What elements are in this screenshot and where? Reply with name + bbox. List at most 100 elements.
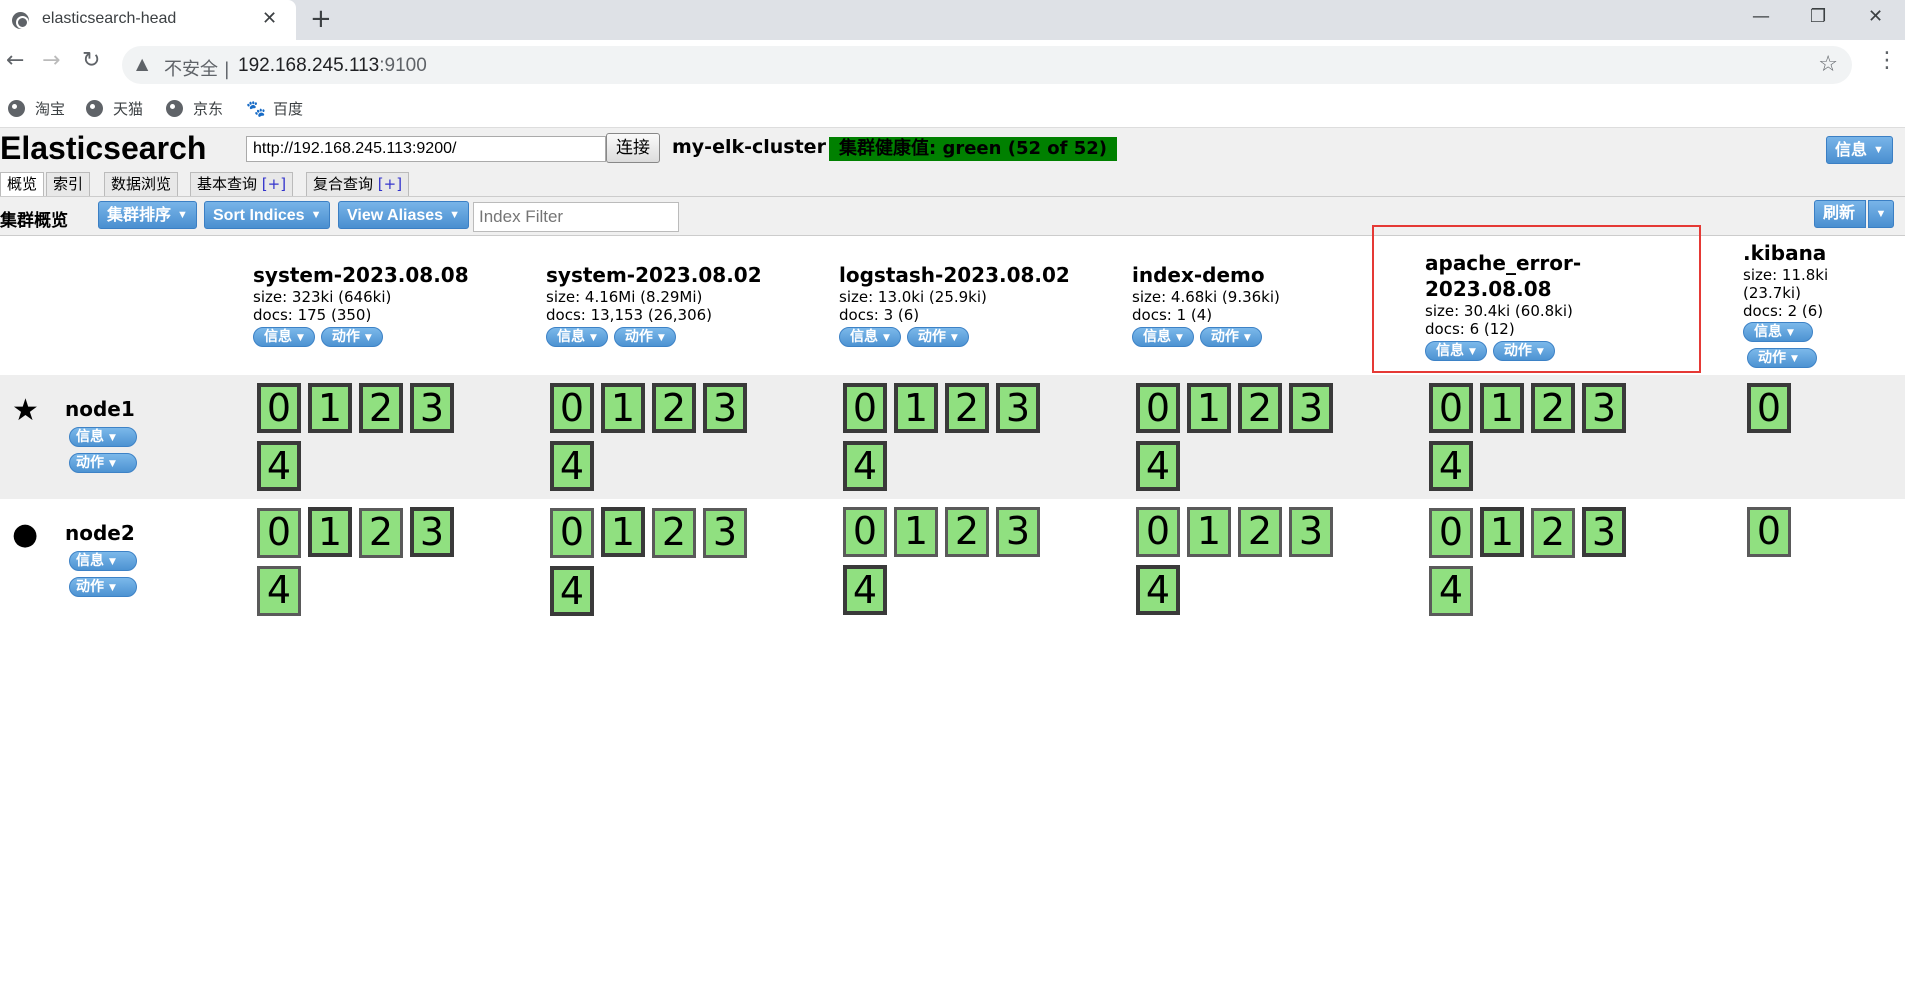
reload-icon[interactable]: ↻ xyxy=(82,48,100,73)
shard[interactable]: 2 xyxy=(945,383,989,433)
url-input[interactable]: ▲ 不安全 | 192.168.245.113:9100 ☆ xyxy=(122,46,1852,84)
node-info-button[interactable]: 信息 ▼ xyxy=(69,551,137,571)
shard[interactable]: 2 xyxy=(359,508,403,558)
shard[interactable]: 2 xyxy=(1238,383,1282,433)
shard[interactable]: 1 xyxy=(1480,383,1524,433)
shard[interactable]: 4 xyxy=(843,441,887,491)
tab-indices[interactable]: 索引 xyxy=(46,172,91,196)
index-action-button[interactable]: 动作 ▼ xyxy=(613,327,676,347)
shard[interactable]: 3 xyxy=(996,383,1040,433)
shard[interactable]: 3 xyxy=(703,383,747,433)
connect-button[interactable]: 连接 xyxy=(606,133,660,163)
shard[interactable]: 4 xyxy=(550,441,594,491)
node-info-button[interactable]: 信息 ▼ xyxy=(69,427,137,447)
shard[interactable]: 4 xyxy=(1429,566,1473,616)
index-info-button[interactable]: 信息 ▼ xyxy=(1743,322,1813,342)
shard[interactable]: 1 xyxy=(894,507,938,557)
shard-group: 0 xyxy=(1747,507,1847,565)
shard[interactable]: 2 xyxy=(945,507,989,557)
back-icon[interactable]: ← xyxy=(6,48,24,73)
node-action-button[interactable]: 动作 ▼ xyxy=(69,577,137,597)
index-info-button[interactable]: 信息 ▼ xyxy=(839,327,901,347)
shard[interactable]: 2 xyxy=(1531,508,1575,558)
tab-basic-query[interactable]: 基本查询 [+] xyxy=(190,172,294,196)
shard[interactable]: 1 xyxy=(894,383,938,433)
shard[interactable]: 3 xyxy=(1582,383,1626,433)
shard[interactable]: 4 xyxy=(1429,441,1473,491)
shard[interactable]: 1 xyxy=(1480,507,1524,557)
index-info-button[interactable]: 信息 ▼ xyxy=(546,327,608,347)
shard[interactable]: 4 xyxy=(1136,565,1180,615)
bookmark-jd[interactable]: 京东 xyxy=(166,98,223,119)
index-info-button[interactable]: 信息 ▼ xyxy=(1132,327,1194,347)
shard[interactable]: 1 xyxy=(1187,383,1231,433)
menu-kebab-icon[interactable]: ⋮ xyxy=(1876,48,1898,73)
shard[interactable]: 3 xyxy=(410,383,454,433)
bookmark-star-icon[interactable]: ☆ xyxy=(1818,52,1838,77)
shard[interactable]: 1 xyxy=(308,383,352,433)
shard[interactable]: 0 xyxy=(550,508,594,558)
shard[interactable]: 0 xyxy=(1747,507,1791,557)
index-action-button[interactable]: 动作 ▼ xyxy=(320,327,383,347)
shard[interactable]: 1 xyxy=(601,383,645,433)
shard[interactable]: 0 xyxy=(1429,383,1473,433)
shard[interactable]: 0 xyxy=(1747,383,1791,433)
shard[interactable]: 1 xyxy=(601,507,645,557)
new-tab-icon[interactable]: + xyxy=(310,4,332,34)
shard[interactable]: 2 xyxy=(652,508,696,558)
browser-tab[interactable]: elasticsearch-head ✕ xyxy=(0,0,296,40)
index-filter-input[interactable] xyxy=(473,202,679,232)
shard[interactable]: 0 xyxy=(843,507,887,557)
restore-icon[interactable]: ❐ xyxy=(1810,6,1826,27)
shard[interactable]: 0 xyxy=(843,383,887,433)
shard[interactable]: 2 xyxy=(1531,383,1575,433)
view-aliases-button[interactable]: View Aliases ▼ xyxy=(338,201,469,229)
tab-browser[interactable]: 数据浏览 xyxy=(104,172,179,196)
sort-indices-button[interactable]: Sort Indices ▼ xyxy=(204,201,331,229)
index-action-button[interactable]: 动作 ▼ xyxy=(906,327,969,347)
index-info-button[interactable]: 信息 ▼ xyxy=(253,327,315,347)
tab-compound-query[interactable]: 复合查询 [+] xyxy=(306,172,410,196)
shard[interactable]: 3 xyxy=(410,507,454,557)
shard[interactable]: 4 xyxy=(257,566,301,616)
shard[interactable]: 4 xyxy=(257,441,301,491)
shard[interactable]: 1 xyxy=(308,507,352,557)
shard[interactable]: 2 xyxy=(359,383,403,433)
shard[interactable]: 2 xyxy=(652,383,696,433)
bookmark-tmall[interactable]: 天猫 xyxy=(86,98,143,119)
connection-url-input[interactable] xyxy=(246,136,606,162)
shard[interactable]: 2 xyxy=(1238,507,1282,557)
shard[interactable]: 3 xyxy=(703,508,747,558)
minimize-icon[interactable]: — xyxy=(1752,6,1770,27)
shard[interactable]: 4 xyxy=(550,566,594,616)
shard[interactable]: 0 xyxy=(1136,383,1180,433)
index-action-button[interactable]: 动作 ▼ xyxy=(1747,348,1817,368)
shard[interactable]: 0 xyxy=(550,383,594,433)
info-menu-button[interactable]: 信息 ▼ xyxy=(1826,136,1893,164)
shard[interactable]: 4 xyxy=(843,565,887,615)
forward-icon[interactable]: → xyxy=(42,48,60,73)
shard[interactable]: 3 xyxy=(1582,507,1626,557)
close-window-icon[interactable]: ✕ xyxy=(1868,6,1883,27)
refresh-dropdown-button[interactable]: ▼ xyxy=(1868,200,1894,228)
caret-down-icon: ▼ xyxy=(1791,354,1798,364)
shard[interactable]: 4 xyxy=(1136,441,1180,491)
shard[interactable]: 3 xyxy=(1289,383,1333,433)
baidu-paw-icon: 🐾 xyxy=(246,99,266,118)
shard[interactable]: 0 xyxy=(1136,507,1180,557)
shard[interactable]: 1 xyxy=(1187,507,1231,557)
shard[interactable]: 0 xyxy=(257,508,301,558)
index-action-button[interactable]: 动作 ▼ xyxy=(1199,327,1262,347)
shard[interactable]: 3 xyxy=(1289,507,1333,557)
bookmark-taobao[interactable]: 淘宝 xyxy=(8,98,65,119)
sort-cluster-button[interactable]: 集群排序 ▼ xyxy=(98,201,197,229)
shard[interactable]: 0 xyxy=(257,383,301,433)
node-action-button[interactable]: 动作 ▼ xyxy=(69,453,137,473)
shard[interactable]: 0 xyxy=(1429,508,1473,558)
close-icon[interactable]: ✕ xyxy=(262,8,277,29)
shard[interactable]: 3 xyxy=(996,507,1040,557)
tab-overview[interactable]: 概览 xyxy=(0,172,45,197)
refresh-button[interactable]: 刷新 xyxy=(1814,200,1866,228)
circle-icon: ● xyxy=(12,517,39,552)
bookmark-baidu[interactable]: 🐾 百度 xyxy=(246,98,303,119)
